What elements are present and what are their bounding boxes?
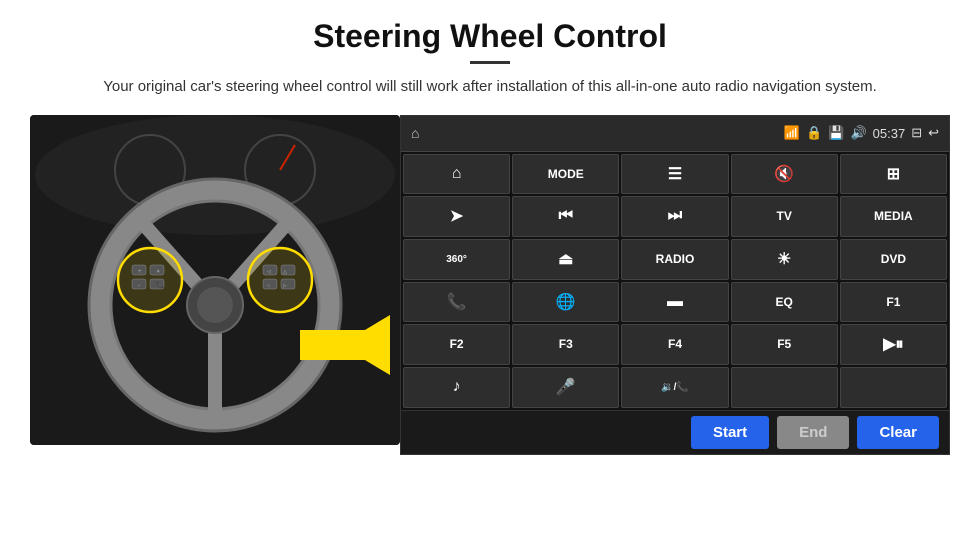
page-container: Steering Wheel Control Your original car… [0, 0, 980, 544]
page-title: Steering Wheel Control [313, 18, 667, 55]
btn-empty1 [731, 367, 838, 408]
svg-text:◁: ◁ [267, 269, 271, 275]
control-panel: ⌂ 📶 🔒 💾 🔊 05:37 ⊟ ↩ ⌂ MODE ☰ 🔇 [400, 115, 950, 455]
btn-phone[interactable]: 📞 [403, 282, 510, 323]
bluetooth-icon: 🔊 [850, 125, 866, 141]
start-button[interactable]: Start [691, 416, 769, 449]
btn-empty2 [840, 367, 947, 408]
steering-wheel-image: + ☀ - 📞 ◁ △ ○ ▷ [30, 115, 400, 445]
sd-icon: 💾 [828, 125, 844, 141]
buttons-grid: ⌂ MODE ☰ 🔇 ⊞ ➤ ⏮ ⏭ TV MEDIA 360° ⏏ RADIO… [401, 152, 949, 410]
svg-text:☀: ☀ [156, 269, 161, 275]
svg-text:▷: ▷ [283, 283, 287, 289]
btn-f1[interactable]: F1 [840, 282, 947, 323]
lock-icon: 🔒 [806, 125, 822, 141]
btn-f5[interactable]: F5 [731, 324, 838, 365]
btn-mute[interactable]: 🔇 [731, 154, 838, 195]
btn-prev[interactable]: ⏮ [512, 196, 619, 237]
btn-mic[interactable]: 🎤 [512, 367, 619, 408]
btn-internet[interactable]: 🌐 [512, 282, 619, 323]
btn-f2[interactable]: F2 [403, 324, 510, 365]
btn-next[interactable]: ⏭ [621, 196, 728, 237]
svg-text:+: + [138, 269, 142, 275]
btn-music[interactable]: ♪ [403, 367, 510, 408]
btn-brightness[interactable]: ☀ [731, 239, 838, 280]
screen-icon: ⊟ [911, 125, 922, 141]
btn-send[interactable]: ➤ [403, 196, 510, 237]
status-bar-left: ⌂ [411, 125, 419, 141]
status-bar: ⌂ 📶 🔒 💾 🔊 05:37 ⊟ ↩ [401, 116, 949, 152]
btn-mode[interactable]: MODE [512, 154, 619, 195]
btn-eq[interactable]: EQ [731, 282, 838, 323]
wifi-icon: 📶 [784, 125, 800, 141]
btn-playpause[interactable]: ▶⏸ [840, 324, 947, 365]
btn-360[interactable]: 360° [403, 239, 510, 280]
btn-apps[interactable]: ⊞ [840, 154, 947, 195]
btn-window[interactable]: ▬ [621, 282, 728, 323]
svg-text:-: - [138, 283, 140, 289]
btn-nav[interactable]: ⌂ [403, 154, 510, 195]
btn-dvd[interactable]: DVD [840, 239, 947, 280]
subtitle: Your original car's steering wheel contr… [103, 76, 877, 99]
svg-text:📞: 📞 [156, 280, 165, 289]
btn-f4[interactable]: F4 [621, 324, 728, 365]
btn-f3[interactable]: F3 [512, 324, 619, 365]
btn-tv[interactable]: TV [731, 196, 838, 237]
clear-button[interactable]: Clear [857, 416, 939, 449]
btn-radio[interactable]: RADIO [621, 239, 728, 280]
clock: 05:37 [873, 126, 906, 141]
btn-media[interactable]: MEDIA [840, 196, 947, 237]
btn-vol[interactable]: 🔉/📞 [621, 367, 728, 408]
title-divider [470, 61, 510, 64]
home-icon[interactable]: ⌂ [411, 125, 419, 141]
btn-eject[interactable]: ⏏ [512, 239, 619, 280]
back-icon: ↩ [928, 125, 939, 141]
status-bar-right: 📶 🔒 💾 🔊 05:37 ⊟ ↩ [784, 125, 939, 141]
bottom-row: Start End Clear [401, 410, 949, 454]
svg-text:△: △ [283, 269, 287, 275]
content-area: + ☀ - 📞 ◁ △ ○ ▷ [30, 115, 950, 455]
end-button[interactable]: End [777, 416, 849, 449]
btn-list[interactable]: ☰ [621, 154, 728, 195]
svg-text:○: ○ [267, 283, 270, 289]
